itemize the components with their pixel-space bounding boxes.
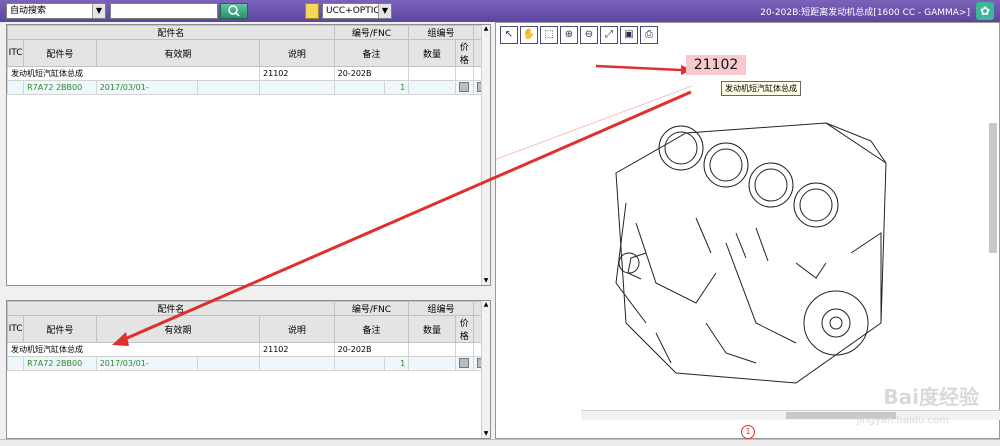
table-row[interactable]: 发动机短汽缸体总成 21102 20-202B [6, 66, 491, 81]
parts-table-bottom: 配件名 编号/FNC 组编号 ITC 配件号 有效期 说明 备注 数量 价格 发… [6, 301, 491, 371]
header-remark: 备注 [333, 39, 410, 67]
vertical-scrollbar[interactable]: ▲ ▼ [481, 301, 490, 438]
header-group-code: 组编号 [408, 301, 474, 316]
header-qty: 数量 [408, 315, 456, 343]
header-part-no: 配件号 [23, 315, 97, 343]
row-qty: 1 [384, 356, 410, 371]
header-fnc: 编号/FNC [333, 25, 410, 40]
header-validity: 有效期 [95, 315, 261, 343]
header-description: 说明 [259, 39, 335, 67]
row-part-no: R7A72 2BB00 [23, 80, 97, 95]
search-button[interactable] [220, 3, 248, 19]
vertical-scrollbar[interactable]: ▲ ▼ [481, 25, 490, 285]
app-logo-icon[interactable]: ✿ [976, 2, 994, 20]
callout-label[interactable]: 21102 [686, 55, 746, 75]
callout-tooltip: 发动机短汽缸体总成 [721, 81, 801, 96]
top-toolbar: 自动搜索 ▼ UCC+OPTION ▼ 20-202B:短距离发动机总成[160… [0, 0, 1000, 22]
scroll-down-icon[interactable]: ▼ [482, 430, 490, 438]
header-itc: ITC [6, 315, 25, 343]
page-indicator[interactable]: 1 [741, 425, 755, 439]
table-row[interactable]: R7A72 2BB00 2017/03/01- 1 [6, 80, 491, 95]
search-icon [228, 5, 240, 17]
header-group-code: 组编号 [408, 25, 474, 40]
parts-list-panel-bottom: 配件名 编号/FNC 组编号 ITC 配件号 有效期 说明 备注 数量 价格 发… [6, 300, 491, 439]
row-part-name: 发动机短汽缸体总成 [6, 66, 261, 81]
row-qty: 1 [384, 80, 410, 95]
search-mode-value: 自动搜索 [10, 6, 47, 16]
row-validity: 2017/03/01- [95, 80, 198, 95]
header-itc: ITC [6, 39, 25, 67]
assembly-title: 20-202B:短距离发动机总成[1600 CC - GAMMA>] [760, 8, 970, 18]
chevron-down-icon[interactable]: ▼ [378, 4, 391, 18]
search-mode-select[interactable]: 自动搜索 ▼ [6, 3, 106, 19]
row-actions[interactable] [454, 356, 474, 371]
table-row[interactable]: R7A72 2BB00 2017/03/01- 1 [6, 356, 491, 371]
header-part-name: 配件名 [7, 301, 335, 316]
edit-icon[interactable] [458, 357, 469, 368]
row-group: 20-202B [333, 342, 410, 357]
viewer-vertical-scrollbar[interactable] [989, 123, 997, 253]
row-actions[interactable] [454, 80, 474, 95]
filter-option-select[interactable]: UCC+OPTION ▼ [322, 3, 392, 19]
header-fnc: 编号/FNC [333, 301, 410, 316]
row-part-name: 发动机短汽缸体总成 [6, 342, 261, 357]
engine-block-drawing[interactable] [496, 23, 1000, 403]
scroll-up-icon[interactable]: ▲ [482, 25, 490, 33]
row-validity: 2017/03/01- [95, 356, 198, 371]
chevron-down-icon[interactable]: ▼ [92, 4, 105, 18]
scroll-down-icon[interactable]: ▼ [482, 277, 490, 285]
row-group: 20-202B [333, 66, 410, 81]
header-price: 价格 [454, 39, 474, 67]
status-bar [0, 439, 1000, 446]
watermark-logo: Bai度经验 [883, 385, 979, 409]
header-validity: 有效期 [95, 39, 261, 67]
search-input[interactable] [110, 3, 218, 19]
parts-list-panel-top: 配件名 编号/FNC 组编号 ITC 配件号 有效期 说明 备注 数量 价格 发… [6, 24, 491, 286]
header-qty: 数量 [408, 39, 456, 67]
row-part-no: R7A72 2BB00 [23, 356, 97, 371]
header-remark: 备注 [333, 315, 410, 343]
table-row[interactable]: 发动机短汽缸体总成 21102 20-202B [6, 342, 491, 357]
lock-icon[interactable] [305, 3, 319, 19]
diagram-viewer[interactable]: ↖ ✋ ⬚ ⊕ ⊖ ⤢ ▣ ⎙ 21102 发动机短汽缸体总成 1 Bai度经验… [495, 22, 1000, 439]
header-price: 价格 [454, 315, 474, 343]
scroll-up-icon[interactable]: ▲ [482, 301, 490, 309]
header-description: 说明 [259, 315, 335, 343]
row-fnc: 21102 [259, 342, 335, 357]
edit-icon[interactable] [458, 81, 469, 92]
parts-table-top: 配件名 编号/FNC 组编号 ITC 配件号 有效期 说明 备注 数量 价格 发… [6, 25, 491, 95]
header-part-name: 配件名 [7, 25, 335, 40]
header-part-no: 配件号 [23, 39, 97, 67]
row-fnc: 21102 [259, 66, 335, 81]
watermark-url: jingyan.baidu.com [856, 415, 949, 426]
